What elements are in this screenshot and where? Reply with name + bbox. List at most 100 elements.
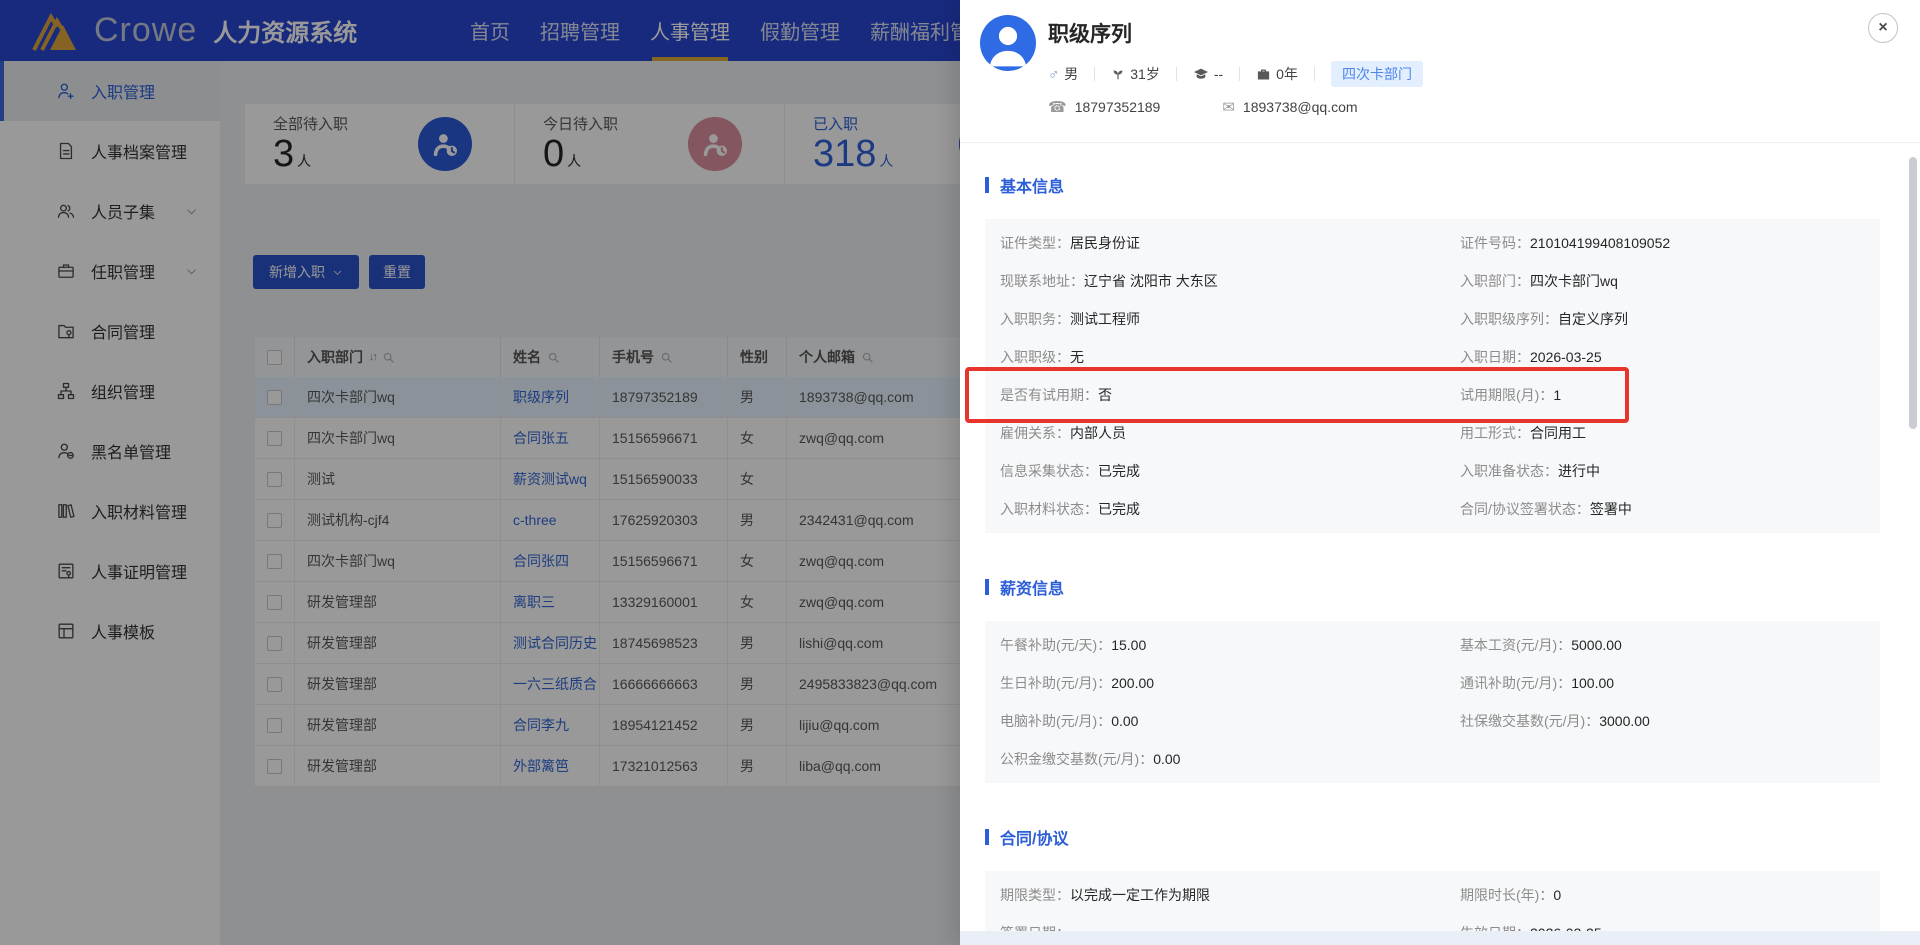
field-value: 210104199408109052: [1530, 235, 1671, 251]
field-value: 测试工程师: [1070, 311, 1140, 327]
section-accent-bar: [985, 829, 989, 845]
field-value: 四次卡部门wq: [1530, 273, 1618, 289]
field: 入职部门四次卡部门wq: [1460, 271, 1618, 291]
field-label: 试用期限(月): [1460, 385, 1553, 405]
field-label: 证件类型: [1000, 233, 1070, 253]
field-row: 信息采集状态已完成入职准备状态进行中: [1000, 452, 1880, 490]
field: 午餐补助(元/天)15.00: [1000, 635, 1460, 655]
field: 社保缴交基数(元/月)3000.00: [1460, 711, 1650, 731]
employee-meta-row: ♂ 男 31岁 -- 0年 四次卡部门: [1048, 61, 1850, 87]
field: 电脑补助(元/月)0.00: [1000, 711, 1460, 731]
meta-text: --: [1213, 66, 1224, 82]
meta-divider: [1239, 67, 1241, 81]
male-icon: ♂: [1048, 65, 1060, 83]
field: 期限时长(年)0: [1460, 885, 1561, 905]
field-label: 入职准备状态: [1460, 461, 1558, 481]
field: 是否有试用期否: [1000, 385, 1460, 405]
field-row: 生日补助(元/月)200.00通讯补助(元/月)100.00: [1000, 664, 1880, 702]
meta-item-0: ♂ 男: [1048, 64, 1078, 84]
field-row: 入职材料状态已完成合同/协议签署状态签署中: [1000, 490, 1880, 528]
section-panel: 证件类型居民身份证证件号码210104199408109052现联系地址辽宁省 …: [965, 219, 1880, 533]
employee-name-title: 职级序列: [1048, 23, 1132, 46]
field-value: 居民身份证: [1070, 235, 1140, 251]
field-label: 现联系地址: [1000, 271, 1084, 291]
drawer-scrollbar[interactable]: [1909, 157, 1917, 429]
field-label: 是否有试用期: [1000, 385, 1098, 405]
field-label: 信息采集状态: [1000, 461, 1098, 481]
field: 公积金缴交基数(元/月)0.00: [1000, 749, 1460, 769]
meta-divider: [1094, 67, 1096, 81]
field-value: 合同用工: [1530, 425, 1586, 441]
field-label: 入职部门: [1460, 271, 1530, 291]
field-row: 午餐补助(元/天)15.00基本工资(元/月)5000.00: [1000, 626, 1880, 664]
field-value: 200.00: [1111, 675, 1155, 691]
sprout-icon: [1111, 67, 1125, 81]
section-title: 合同/协议: [1000, 831, 1069, 848]
drawer-header: 职级序列 ♂ 男 31岁 -- 0年 四次卡部门 ☎ 18797352189 ✉ 1893…: [960, 0, 1920, 143]
field: 通讯补助(元/月)100.00: [1460, 673, 1614, 693]
section-accent-bar: [985, 579, 989, 595]
field-value: 否: [1098, 387, 1112, 403]
field: 试用期限(月)1: [1460, 385, 1561, 405]
field-label: 生日补助(元/月): [1000, 673, 1111, 693]
meta-text: 男: [1064, 66, 1079, 82]
field-row: 入职职级无入职日期2026-03-25: [1000, 338, 1880, 376]
field-value: 2026-03-25: [1530, 349, 1602, 365]
close-icon: ×: [1878, 19, 1888, 36]
meta-divider: [1313, 67, 1315, 81]
field: 雇佣关系内部人员: [1000, 423, 1460, 443]
field: 入职职务测试工程师: [1000, 309, 1460, 329]
employee-contact-row: ☎ 18797352189 ✉ 1893738@qq.com: [1048, 98, 1850, 116]
field-value: 辽宁省 沈阳市 大东区: [1084, 273, 1218, 289]
field: 信息采集状态已完成: [1000, 461, 1460, 481]
section-panel: 午餐补助(元/天)15.00基本工资(元/月)5000.00生日补助(元/月)2…: [985, 621, 1880, 783]
close-drawer-button[interactable]: ×: [1868, 13, 1898, 43]
meta-item-2: --: [1193, 66, 1223, 82]
field: 生日补助(元/月)200.00: [1000, 673, 1460, 693]
field-label: 期限类型: [1000, 885, 1070, 905]
section-title: 基本信息: [1000, 179, 1065, 196]
field-value: 0.00: [1153, 751, 1181, 767]
field-value: 5000.00: [1571, 637, 1622, 653]
field-value: 无: [1070, 349, 1084, 365]
field: 入职职级序列自定义序列: [1460, 309, 1628, 329]
field-value: 进行中: [1558, 463, 1600, 479]
avatar: [980, 15, 1036, 71]
drawer-section-1: 薪资信息午餐补助(元/天)15.00基本工资(元/月)5000.00生日补助(元…: [985, 575, 1880, 783]
department-tag: 四次卡部门: [1330, 61, 1423, 87]
field-label: 入职职务: [1000, 309, 1070, 329]
field-value: 签署中: [1589, 501, 1632, 517]
drawer-section-2: 合同/协议期限类型以完成一定工作为期限期限时长(年)0签署日期生效日期2026-…: [985, 825, 1880, 945]
field-value: 自定义序列: [1558, 311, 1628, 327]
field: 基本工资(元/月)5000.00: [1460, 635, 1622, 655]
field: 入职材料状态已完成: [1000, 499, 1460, 519]
field-label: 通讯补助(元/月): [1460, 673, 1571, 693]
field: 用工形式合同用工: [1460, 423, 1586, 443]
field-value: 100.00: [1571, 675, 1615, 691]
field-row: 证件类型居民身份证证件号码210104199408109052: [1000, 224, 1880, 262]
section-title: 薪资信息: [1000, 581, 1065, 598]
field-value: 0.00: [1111, 713, 1139, 729]
field-row: 现联系地址辽宁省 沈阳市 大东区入职部门四次卡部门wq: [1000, 262, 1880, 300]
email-item: ✉ 1893738@qq.com: [1222, 98, 1357, 116]
field-label: 雇佣关系: [1000, 423, 1070, 443]
email-value: 1893738@qq.com: [1242, 99, 1358, 115]
field-label: 入职材料状态: [1000, 499, 1098, 519]
phone-value: 18797352189: [1074, 99, 1161, 115]
field-value: 15.00: [1111, 637, 1147, 653]
field-row: 雇佣关系内部人员用工形式合同用工: [1000, 414, 1880, 452]
field: 证件号码210104199408109052: [1460, 233, 1670, 253]
field-value: 1: [1553, 387, 1562, 403]
field-label: 期限时长(年): [1460, 885, 1553, 905]
phone-icon: ☎: [1048, 99, 1067, 116]
field: 证件类型居民身份证: [1000, 233, 1460, 253]
briefcase-solid-icon: [1256, 67, 1271, 82]
field: 入职职级无: [1000, 347, 1460, 367]
phone-item: ☎ 18797352189: [1048, 98, 1160, 116]
field-row: 入职职务测试工程师入职职级序列自定义序列: [1000, 300, 1880, 338]
field: 现联系地址辽宁省 沈阳市 大东区: [1000, 271, 1460, 291]
field-label: 午餐补助(元/天): [1000, 635, 1111, 655]
drawer-bottom-band: [960, 931, 1920, 945]
section-accent-bar: [985, 177, 989, 193]
field: 期限类型以完成一定工作为期限: [1000, 885, 1460, 905]
